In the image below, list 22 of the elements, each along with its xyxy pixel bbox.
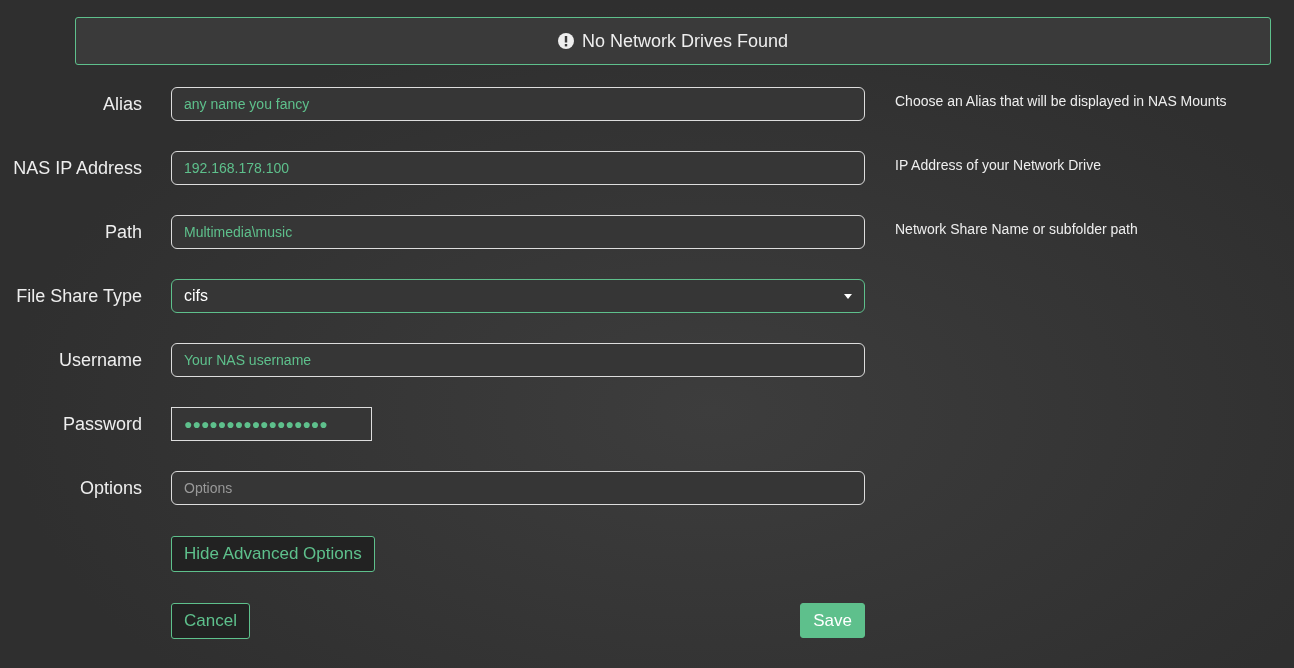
field-label: Path (103, 220, 142, 244)
input-field[interactable]: Your NAS username (171, 343, 865, 377)
input-field[interactable]: 192.168.178.100 (171, 151, 865, 185)
help-text: Network Share Name or subfolder path (895, 219, 1138, 239)
field-label: Alias (102, 92, 142, 116)
input-field[interactable]: Options (171, 471, 865, 505)
password-field[interactable]: ●●●●●●●●●●●●●●●●● (171, 407, 372, 441)
cancel-button[interactable]: Cancel (171, 603, 250, 639)
help-text: IP Address of your Network Drive (895, 155, 1101, 175)
alert-text: No Network Drives Found (581, 29, 789, 53)
caret-icon (844, 293, 852, 299)
exclamation-icon (557, 33, 574, 49)
field-label: File Share Type (15, 284, 142, 308)
field-label: NAS IP Address (12, 156, 142, 180)
help-text: Choose an Alias that will be displayed in NAS Mounts (895, 91, 1227, 111)
field-label: Username (57, 348, 142, 372)
field-label: Options (78, 476, 142, 500)
share-type-dropdown[interactable]: cifs (171, 279, 865, 313)
input-field[interactable]: Multimedia\music (171, 215, 865, 249)
input-field[interactable]: any name you fancy (171, 87, 865, 121)
field-label: Password (61, 412, 142, 436)
hide-advanced-options-button[interactable]: Hide Advanced Options (171, 536, 375, 572)
